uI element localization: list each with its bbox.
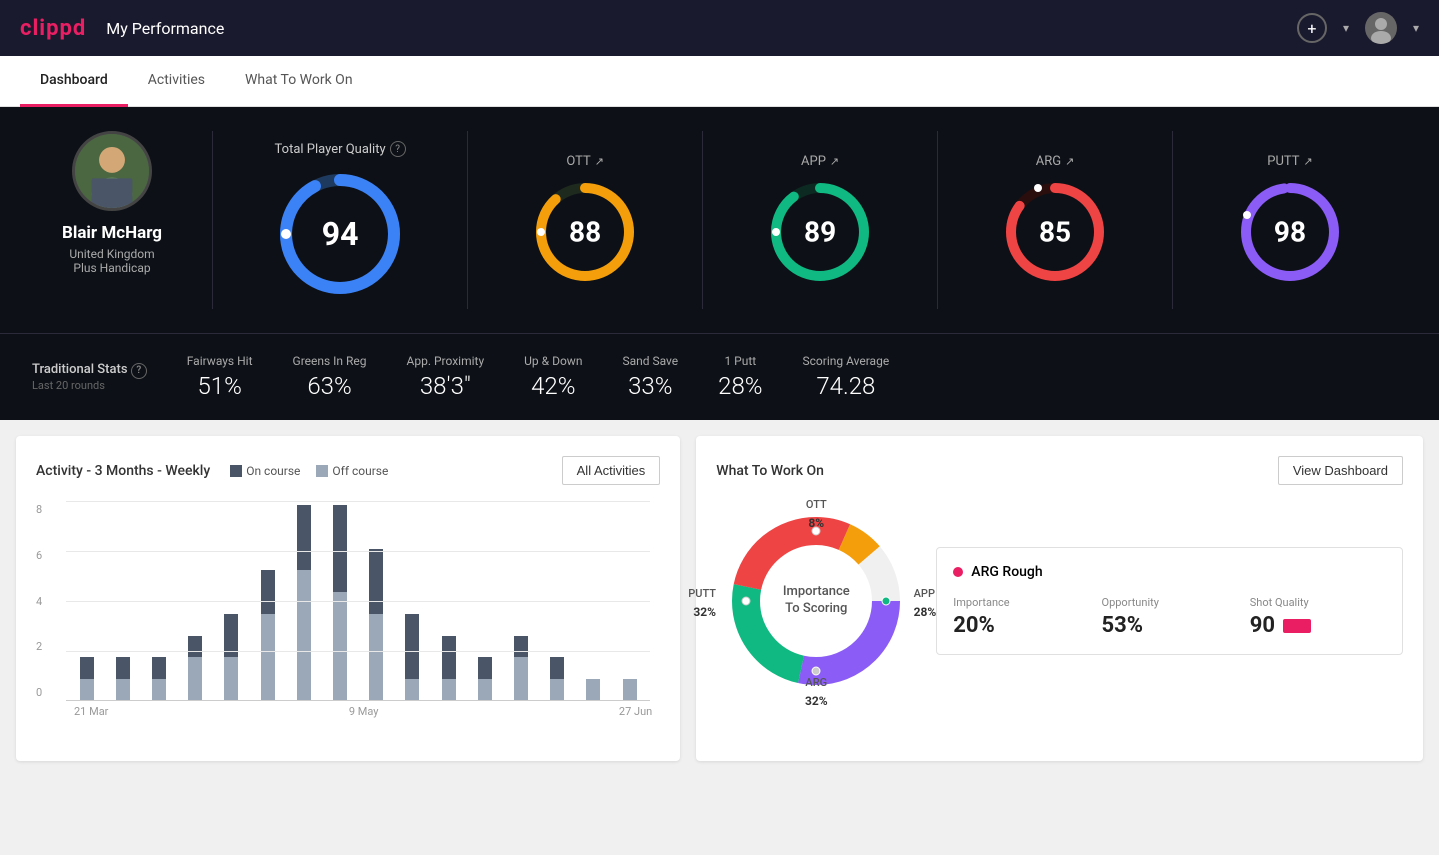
user-avatar[interactable] [1365,12,1397,44]
activity-panel: Activity - 3 Months - Weekly On course O… [16,436,680,761]
info-metrics: Importance 20% Opportunity 53% Shot Qual… [953,596,1386,638]
grid-line-4 [66,601,650,602]
app-arrow-icon: ↗ [830,155,839,168]
putt-label: PUTT ↗ [1267,154,1312,169]
total-quality-card: Total Player Quality ? 94 [212,131,467,309]
legend-on-course: On course [230,464,300,478]
traditional-stats-period: Last 20 rounds [32,379,147,392]
player-name: Blair McHarg [62,223,162,243]
legend-off-course: Off course [316,464,388,478]
arg-segment-label: ARG 32% [805,671,828,709]
legend-off-course-dot [316,465,328,477]
arg-card: ARG ↗ 85 [937,131,1172,309]
player-avatar [72,131,152,211]
player-country: United Kingdom [69,247,154,261]
legend-on-course-dot [230,465,242,477]
app-value: 89 [804,215,836,248]
arg-label: ARG ↗ [1036,154,1075,169]
stat-up-down: Up & Down 42% [524,354,582,400]
wtw-title: What To Work On [716,463,824,479]
stats-bar: Traditional Stats ? Last 20 rounds Fairw… [0,333,1439,420]
all-activities-button[interactable]: All Activities [562,456,661,485]
wtw-donut-chart: Importance To Scoring OTT 8% APP 28% ARG… [716,501,916,701]
view-dashboard-button[interactable]: View Dashboard [1278,456,1403,485]
traditional-stats-title: Traditional Stats ? [32,362,147,379]
tab-dashboard[interactable]: Dashboard [20,56,128,107]
stat-sand-save: Sand Save 33% [622,354,678,400]
ott-segment-label: OTT 8% [806,493,827,531]
arg-arrow-icon: ↗ [1065,155,1074,168]
header-left: clippd My Performance [20,16,224,41]
activity-header-left: Activity - 3 Months - Weekly On course O… [36,463,388,479]
app-card: APP ↗ 89 [702,131,937,309]
opportunity-metric: Opportunity 53% [1102,596,1238,638]
info-card-dot [953,567,963,577]
x-labels: 21 Mar 9 May 27 Jun [66,701,660,718]
player-info: Blair McHarg United Kingdom Plus Handica… [32,131,212,309]
tab-what-to-work-on[interactable]: What To Work On [225,56,373,107]
wtw-content: Importance To Scoring OTT 8% APP 28% ARG… [716,501,1403,701]
shot-quality-metric: Shot Quality 90 [1250,596,1386,638]
shot-quality-value-row: 90 [1250,613,1386,638]
y-axis: 0 2 4 6 8 [36,501,42,701]
bottom-panels: Activity - 3 Months - Weekly On course O… [0,420,1439,777]
grid-lines [66,501,650,701]
tab-activities[interactable]: Activities [128,56,225,107]
app-chart: 89 [765,177,875,287]
grid-line-2 [66,651,650,652]
traditional-stats-help-icon[interactable]: ? [131,363,147,379]
info-card-title: ARG Rough [953,564,1386,580]
chart-area: 0 2 4 6 8 21 Mar [36,501,660,741]
total-quality-chart: 94 [275,169,405,299]
total-quality-value: 94 [322,215,359,253]
putt-value: 98 [1274,215,1306,248]
add-chevron-icon: ▾ [1343,21,1349,35]
app-segment-label: APP 28% [914,582,937,620]
activity-legend: On course Off course [230,464,388,478]
nav-tabs: Dashboard Activities What To Work On [0,56,1439,107]
stats-values: Fairways Hit 51% Greens In Reg 63% App. … [187,354,1407,400]
header-title: My Performance [106,19,224,38]
stat-fairways-hit: Fairways Hit 51% [187,354,253,400]
logo: clippd [20,16,86,41]
putt-segment-label: PUTT 32% [688,582,716,620]
chart-inner: 0 2 4 6 8 [66,501,650,701]
putt-card: PUTT ↗ 98 [1172,131,1407,309]
activity-panel-header: Activity - 3 Months - Weekly On course O… [36,456,660,485]
arg-chart: 85 [1000,177,1110,287]
stat-1-putt: 1 Putt 28% [718,354,762,400]
grid-line-6 [66,551,650,552]
stat-greens-in-reg: Greens In Reg 63% [293,354,367,400]
header-right: + ▾ ▾ [1297,12,1419,44]
app-label: APP ↗ [801,154,839,169]
ott-label: OTT ↗ [566,154,604,169]
ott-card: OTT ↗ 88 [467,131,702,309]
ott-chart: 88 [530,177,640,287]
grid-line-8 [66,501,650,502]
wtw-info-card: ARG Rough Importance 20% Opportunity 53%… [936,547,1403,655]
ott-arrow-icon: ↗ [595,155,604,168]
avatar-chevron-icon: ▾ [1413,21,1419,35]
hero-section: Blair McHarg United Kingdom Plus Handica… [0,107,1439,333]
putt-chart: 98 [1235,177,1345,287]
activity-title: Activity - 3 Months - Weekly [36,463,210,479]
importance-metric: Importance 20% [953,596,1089,638]
total-quality-help-icon[interactable]: ? [390,141,406,157]
putt-arrow-icon: ↗ [1304,155,1313,168]
add-icon[interactable]: + [1297,13,1327,43]
stat-scoring-average: Scoring Average 74.28 [803,354,890,400]
header: clippd My Performance + ▾ ▾ [0,0,1439,56]
total-quality-label: Total Player Quality ? [275,141,406,157]
arg-value: 85 [1039,215,1071,248]
stat-app-proximity: App. Proximity 38'3" [407,354,485,400]
donut-label: Importance To Scoring [783,584,850,618]
player-handicap: Plus Handicap [73,261,150,275]
wtw-panel-header: What To Work On View Dashboard [716,456,1403,485]
ott-value: 88 [569,215,601,248]
grid-line-0 [66,700,650,701]
traditional-stats-group: Traditional Stats ? Last 20 rounds [32,362,147,392]
what-to-work-on-panel: What To Work On View Dashboard [696,436,1423,761]
shot-quality-swatch [1283,619,1311,633]
scores-section: Total Player Quality ? 94 OTT ↗ [212,131,1407,309]
